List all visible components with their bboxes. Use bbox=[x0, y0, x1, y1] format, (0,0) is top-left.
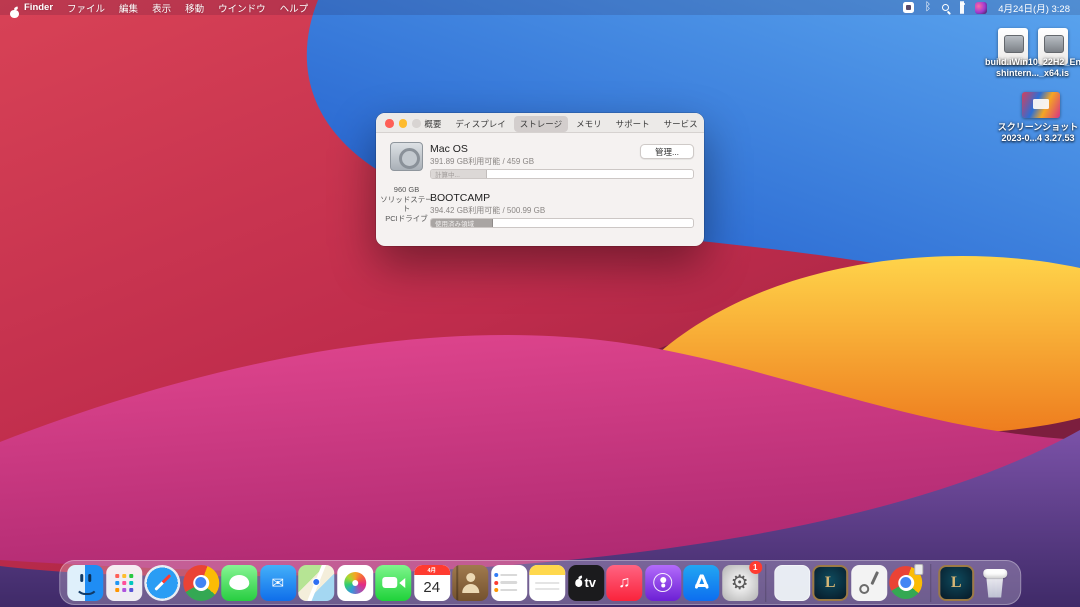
music-note-icon: ♫ bbox=[618, 574, 630, 592]
manage-button[interactable]: 管理... bbox=[640, 144, 694, 159]
dock-launchpad[interactable] bbox=[106, 565, 142, 601]
dock-photos[interactable] bbox=[337, 565, 373, 601]
dock-music[interactable]: ♫ bbox=[606, 565, 642, 601]
menu-view[interactable]: 表示 bbox=[152, 1, 171, 15]
dock-appletv[interactable]: tv bbox=[568, 565, 604, 601]
desktop: Finder ファイル 編集 表示 移動 ウインドウ ヘルプ ᛒ 4月24日(月… bbox=[0, 0, 1080, 607]
download-badge bbox=[914, 564, 923, 575]
bootcamp-storage-bar: 使用済み領域 bbox=[430, 218, 694, 228]
iso-file-labels: build.iWin10_22H2_Eng shintern..._x64.is bbox=[985, 57, 1080, 78]
notification-badge: 1 bbox=[749, 561, 762, 574]
dock-chrome[interactable] bbox=[183, 565, 219, 601]
dock-system-preferences[interactable]: ⚙ 1 bbox=[722, 565, 758, 601]
macos-disk-usage: 391.89 GB利用可能 / 459 GB bbox=[430, 156, 534, 167]
apple-logo-icon bbox=[575, 579, 582, 587]
dock-maps[interactable] bbox=[298, 565, 334, 601]
control-center-icon[interactable] bbox=[960, 1, 964, 14]
screenshot-file-label: スクリーンショット 2023-0...4 3.27.53 bbox=[992, 122, 1080, 143]
map-pin-icon bbox=[312, 578, 320, 586]
close-button[interactable] bbox=[385, 119, 394, 128]
dock-divider bbox=[765, 564, 766, 602]
screenshot-file-icon[interactable] bbox=[1022, 92, 1060, 118]
menu-go[interactable]: 移動 bbox=[185, 1, 204, 15]
dock-reminders[interactable] bbox=[491, 565, 527, 601]
bootcamp-disk-name: BOOTCAMP bbox=[430, 192, 490, 204]
menu-app-name[interactable]: Finder bbox=[24, 2, 53, 13]
dock-file[interactable] bbox=[774, 565, 810, 601]
minimize-button[interactable] bbox=[399, 119, 408, 128]
dock-safari[interactable] bbox=[144, 565, 180, 601]
dock-divider bbox=[930, 564, 931, 602]
flower-icon bbox=[344, 572, 366, 594]
menu-clock[interactable]: 4月24日(月) 3:28 bbox=[998, 1, 1070, 15]
drive-device-label: 960 GB ソリッドステート PCIドライブ bbox=[378, 185, 435, 223]
tab-support[interactable]: サポート bbox=[610, 116, 656, 132]
speech-bubble-icon bbox=[229, 575, 249, 590]
macos-disk-name: Mac OS bbox=[430, 143, 468, 155]
dock-trash[interactable] bbox=[977, 565, 1013, 601]
wallpaper bbox=[0, 0, 1080, 607]
menu-bar: Finder ファイル 編集 表示 移動 ウインドウ ヘルプ ᛒ 4月24日(月… bbox=[0, 0, 1080, 15]
dock-notes[interactable] bbox=[529, 565, 565, 601]
person-icon bbox=[466, 573, 475, 582]
dock-league-of-legends[interactable]: L bbox=[812, 565, 848, 601]
dock-facetime[interactable] bbox=[375, 565, 411, 601]
envelope-icon: ✉ bbox=[271, 574, 284, 592]
bootcamp-disk-usage: 394.42 GB利用可能 / 500.99 GB bbox=[430, 205, 545, 216]
launchpad-grid-icon bbox=[115, 574, 120, 579]
menu-help[interactable]: ヘルプ bbox=[280, 1, 309, 15]
lol-logo-icon: L bbox=[951, 574, 962, 592]
macos-bar-segment: 計算中... bbox=[431, 170, 487, 178]
dock: ✉ 4月 24 tv ♫ ⚙ 1 L L bbox=[59, 560, 1021, 605]
podcasts-icon bbox=[653, 573, 672, 592]
tool-icon bbox=[859, 584, 869, 594]
siri-icon[interactable] bbox=[975, 1, 987, 14]
dock-utility-app[interactable] bbox=[851, 565, 887, 601]
dock-messages[interactable] bbox=[221, 565, 257, 601]
tab-storage[interactable]: ストレージ bbox=[514, 116, 568, 132]
bootcamp-bar-segment: 使用済み領域 bbox=[431, 219, 493, 227]
input-source-icon[interactable] bbox=[903, 1, 914, 14]
storage-panel: Mac OS 391.89 GB利用可能 / 459 GB 管理... 計算中.… bbox=[376, 133, 704, 246]
tab-displays[interactable]: ディスプレイ bbox=[449, 116, 511, 132]
tab-overview[interactable]: 概要 bbox=[418, 116, 447, 132]
calendar-month: 4月 bbox=[414, 565, 450, 575]
bluetooth-icon[interactable]: ᛒ bbox=[925, 1, 932, 14]
dock-contacts[interactable] bbox=[452, 565, 488, 601]
tv-label: tv bbox=[584, 575, 596, 590]
dock-appstore[interactable] bbox=[683, 565, 719, 601]
dock-finder[interactable] bbox=[67, 565, 103, 601]
menu-file[interactable]: ファイル bbox=[67, 1, 105, 15]
calendar-day: 24 bbox=[423, 579, 440, 596]
macos-storage-bar: 計算中... bbox=[430, 169, 694, 179]
menu-edit[interactable]: 編集 bbox=[119, 1, 138, 15]
trash-paper-icon bbox=[983, 569, 1007, 578]
tab-service[interactable]: サービス bbox=[658, 116, 704, 132]
dock-podcasts[interactable] bbox=[645, 565, 681, 601]
gear-icon: ⚙ bbox=[731, 570, 749, 595]
dock-chrome-download[interactable] bbox=[889, 566, 922, 599]
dock-calendar[interactable]: 4月 24 bbox=[414, 565, 450, 601]
about-this-mac-window: 概要 ディスプレイ ストレージ メモリ サポート サービス Mac OS 391… bbox=[376, 113, 704, 246]
video-camera-icon bbox=[382, 577, 397, 588]
dock-mail[interactable]: ✉ bbox=[260, 565, 296, 601]
window-titlebar[interactable]: 概要 ディスプレイ ストレージ メモリ サポート サービス bbox=[376, 113, 704, 133]
internal-drive-icon bbox=[390, 142, 423, 171]
toolbar-tabs: 概要 ディスプレイ ストレージ メモリ サポート サービス bbox=[426, 116, 696, 132]
chrome-hub-icon bbox=[193, 575, 209, 591]
tab-memory[interactable]: メモリ bbox=[570, 116, 608, 132]
menu-window[interactable]: ウインドウ bbox=[218, 1, 266, 15]
lol-logo-icon: L bbox=[825, 574, 836, 592]
compass-needle-icon bbox=[154, 574, 171, 591]
dock-league-of-legends-2[interactable]: L bbox=[938, 565, 974, 601]
spotlight-icon[interactable] bbox=[942, 1, 949, 14]
